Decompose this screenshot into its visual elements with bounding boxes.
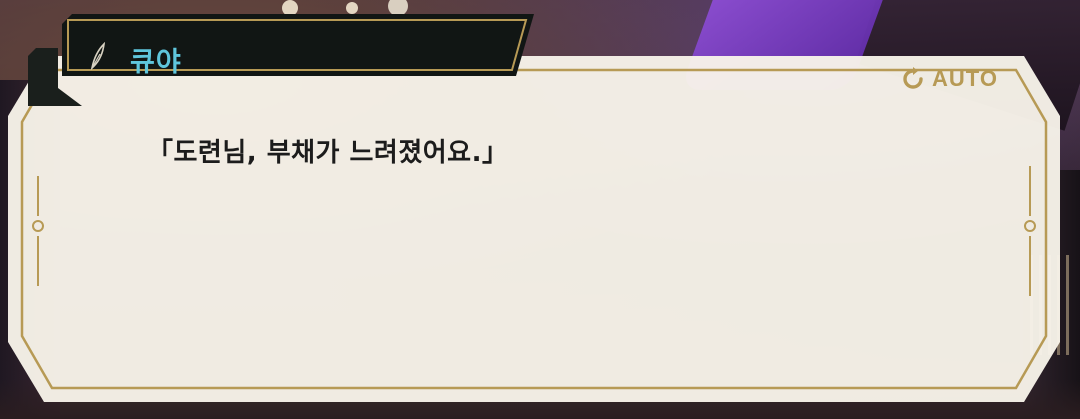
auto-button[interactable]: AUTO: [900, 64, 998, 94]
refresh-icon: [903, 67, 923, 89]
dialogue-box[interactable]: [8, 56, 1060, 402]
auto-label: AUTO: [932, 66, 998, 91]
dialogue-text: 「도련님, 부채가 느려졌어요.」: [147, 138, 509, 168]
bead-ornament: [346, 2, 358, 14]
quill-icon: [90, 42, 106, 70]
speaker-nameplate: 큐야: [28, 14, 538, 106]
speaker-name: 큐야: [130, 47, 182, 78]
